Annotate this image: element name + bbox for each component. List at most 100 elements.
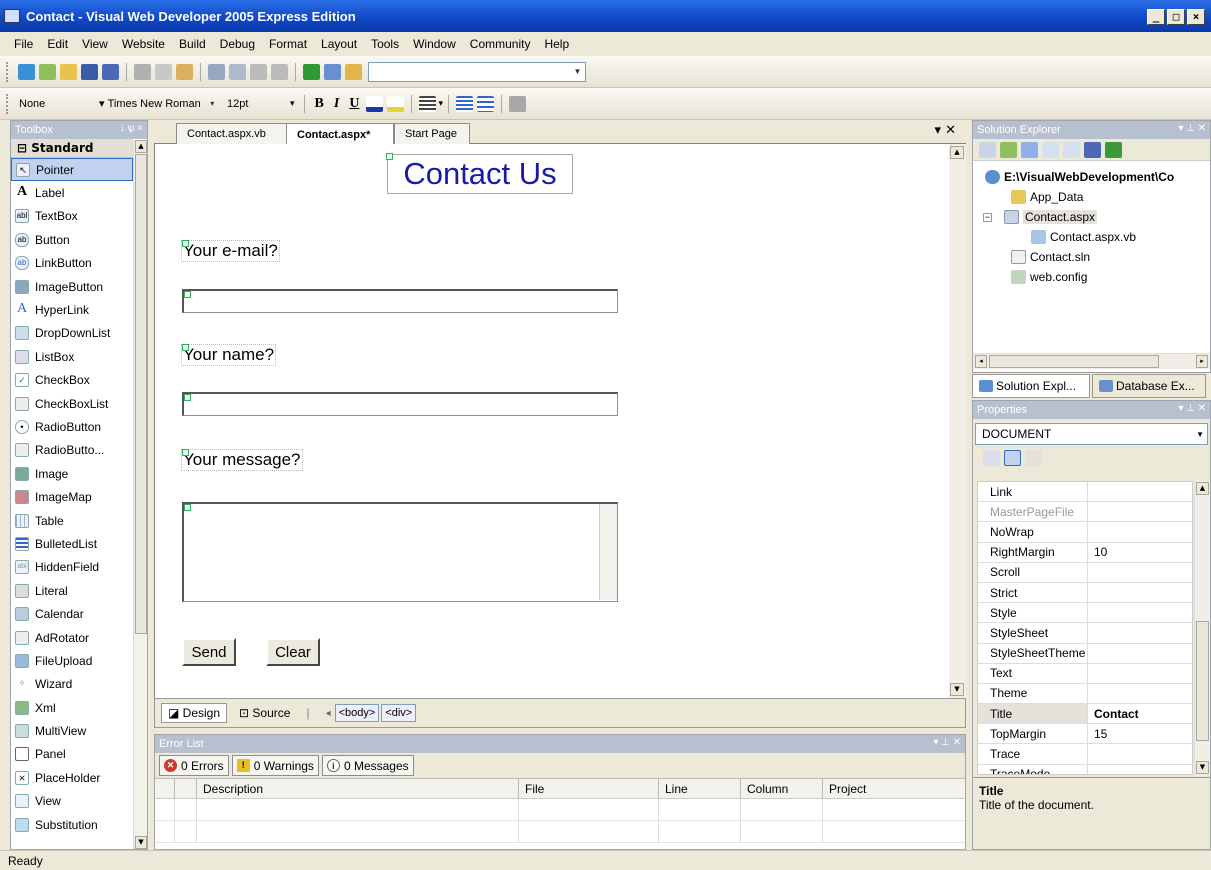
property-row[interactable]: TopMargin 15 (978, 724, 1192, 745)
alphabetical-icon[interactable] (1004, 450, 1021, 466)
highlight-icon[interactable] (387, 95, 405, 112)
minimize-button[interactable]: _ (1147, 9, 1165, 25)
asp-config-icon[interactable] (1105, 141, 1122, 158)
property-value[interactable] (1088, 684, 1192, 703)
undo-icon[interactable] (208, 63, 225, 80)
menu-debug[interactable]: Debug (220, 37, 255, 51)
toolbox-item-imagemap[interactable]: ImageMap (11, 485, 133, 508)
tab-contact-aspx-vb[interactable]: Contact.aspx.vb (176, 123, 288, 144)
bold-button[interactable]: B (315, 96, 324, 112)
property-row[interactable]: Text (978, 663, 1192, 684)
find-icon[interactable] (345, 63, 362, 80)
copy-website-icon[interactable] (1084, 141, 1101, 158)
scroll-right-icon[interactable]: ▸ (1196, 355, 1208, 368)
solution-explorer-hscrollbar[interactable]: ◂ ▸ (973, 353, 1210, 369)
errors-filter-button[interactable]: ✕ 0 Errors (159, 755, 229, 776)
toolbox-item-label[interactable]: A Label (11, 181, 133, 204)
cut-icon[interactable] (134, 63, 151, 80)
source-view-button[interactable]: ⊡ Source (233, 703, 296, 723)
property-row[interactable]: Trace (978, 744, 1192, 765)
property-row-selected[interactable]: Title Contact (978, 704, 1192, 725)
column-project[interactable]: Project (823, 779, 963, 798)
toolbox-item-listbox[interactable]: ListBox (11, 345, 133, 368)
tag-div-button[interactable]: <div> (381, 704, 417, 722)
menu-build[interactable]: Build (179, 37, 206, 51)
design-surface[interactable]: Contact Us Your e-mail? Your name? Your … (154, 144, 966, 698)
property-value[interactable] (1088, 603, 1192, 622)
toolbox-item-checkboxlist[interactable]: CheckBoxList (11, 392, 133, 415)
view-designer-icon[interactable] (1063, 141, 1080, 158)
property-value[interactable] (1088, 623, 1192, 642)
chevron-down-icon[interactable]: ▼ (1196, 430, 1204, 439)
menu-window[interactable]: Window (413, 37, 456, 51)
toolbar-grip[interactable] (6, 61, 10, 82)
open-file-icon[interactable] (60, 63, 77, 80)
property-row[interactable]: TraceMode (978, 764, 1192, 774)
numbered-list-icon[interactable] (455, 95, 473, 112)
menu-file[interactable]: File (14, 37, 33, 51)
textarea-scrollbar[interactable] (599, 504, 617, 600)
toolbox-item-image[interactable]: Image (11, 462, 133, 485)
tree-item-web-config[interactable]: web.config (1011, 267, 1087, 287)
name-textbox[interactable] (182, 392, 618, 416)
design-scrollbar[interactable]: ▲ ▼ (949, 144, 966, 698)
toolbox-item-imagebutton[interactable]: ImageButton (11, 275, 133, 298)
column-column[interactable]: Column (741, 779, 823, 798)
toolbox-section-standard[interactable]: ⊟ Standard (11, 139, 133, 158)
toolbox-item-view[interactable]: View (11, 790, 133, 813)
email-textbox[interactable] (182, 289, 618, 313)
add-item-icon[interactable] (39, 63, 56, 80)
scroll-down-icon[interactable]: ▼ (950, 683, 964, 696)
close-document-icon[interactable]: ▾ ✕ (934, 123, 956, 138)
toolbox-item-panel[interactable]: Panel (11, 743, 133, 766)
name-label[interactable]: Your name? (181, 344, 277, 366)
categorized-icon[interactable] (983, 450, 1000, 466)
bulleted-list-icon[interactable] (476, 95, 494, 112)
clear-button[interactable]: Clear (266, 638, 320, 666)
tag-nav-left-icon[interactable]: ◂ (326, 708, 331, 719)
close-button[interactable]: × (1187, 9, 1205, 25)
toolbox-item-hyperlink[interactable]: A HyperLink (11, 298, 133, 321)
toolbox-item-checkbox[interactable]: ✓ CheckBox (11, 369, 133, 392)
nest-files-icon[interactable] (1021, 141, 1038, 158)
column-description[interactable]: Description (197, 779, 519, 798)
redo-icon[interactable] (229, 63, 246, 80)
email-label[interactable]: Your e-mail? (181, 240, 280, 262)
toolbox-item-substitution[interactable]: Substitution (11, 813, 133, 836)
new-project-icon[interactable] (18, 63, 35, 80)
refresh-icon[interactable] (1000, 141, 1017, 158)
toolbox-item-multiview[interactable]: MultiView (11, 719, 133, 742)
toolbox-item-placeholder[interactable]: ⨯ PlaceHolder (11, 766, 133, 789)
toolbar-grip[interactable] (6, 93, 10, 114)
pin-icon[interactable]: ▾ ⊥ ✕ (933, 737, 961, 748)
property-row[interactable]: Link (978, 482, 1192, 503)
column-file[interactable]: File (519, 779, 659, 798)
scroll-up-icon[interactable]: ▲ (950, 146, 964, 159)
tree-root-website[interactable]: E:\VisualWebDevelopment\Co (985, 167, 1174, 187)
menu-help[interactable]: Help (544, 37, 569, 51)
tree-item-contact-aspx-vb[interactable]: Contact.aspx.vb (1031, 227, 1136, 247)
menu-tools[interactable]: Tools (371, 37, 399, 51)
property-value[interactable] (1088, 744, 1192, 763)
italic-button[interactable]: I (334, 96, 339, 112)
menu-view[interactable]: View (82, 37, 108, 51)
pin-icon[interactable]: ▾ ⊥ ✕ (1178, 123, 1206, 134)
chevron-down-icon[interactable]: ▼ (570, 63, 585, 81)
scroll-down-icon[interactable]: ▼ (1196, 761, 1209, 774)
copy-icon[interactable] (155, 63, 172, 80)
toolbox-item-button[interactable]: ab Button (11, 228, 133, 251)
property-row[interactable]: StyleSheet (978, 623, 1192, 644)
message-label[interactable]: Your message? (181, 449, 303, 471)
font-size-select[interactable]: 12pt (224, 94, 290, 114)
navigate-forward-icon[interactable] (271, 63, 288, 80)
menu-format[interactable]: Format (269, 37, 307, 51)
font-color-icon[interactable] (366, 95, 384, 112)
toolbox-item-literal[interactable]: Literal (11, 579, 133, 602)
tab-start-page[interactable]: Start Page (394, 123, 470, 144)
toolbox-item-bulletedlist[interactable]: BulletedList (11, 532, 133, 555)
property-value[interactable] (1088, 522, 1192, 541)
property-row[interactable]: Scroll (978, 562, 1192, 583)
toolbox-item-calendar[interactable]: Calendar (11, 602, 133, 625)
toolbox-item-wizard[interactable]: ✧ Wizard (11, 673, 133, 696)
toolbox-item-dropdownlist[interactable]: DropDownList (11, 322, 133, 345)
